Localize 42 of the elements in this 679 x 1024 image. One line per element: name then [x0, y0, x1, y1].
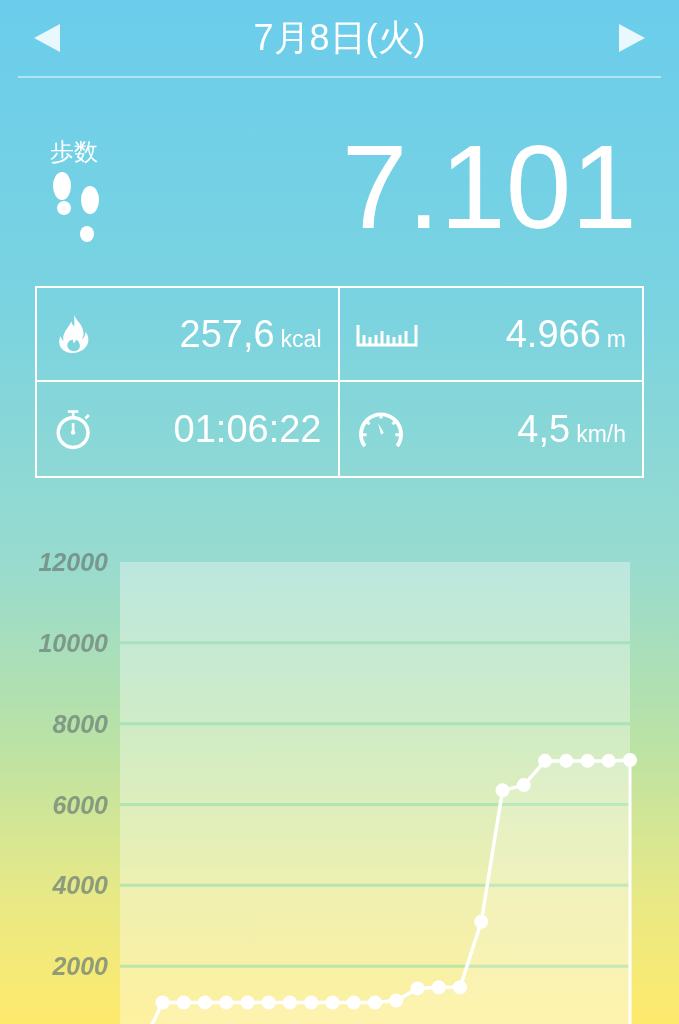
- step-count: 7.101: [341, 128, 637, 248]
- stat-unit: m: [606, 325, 626, 353]
- data-point: [346, 995, 361, 1010]
- data-point: [410, 981, 425, 996]
- data-point: [240, 995, 255, 1010]
- stat-value: 257,6: [179, 312, 275, 356]
- date-title: 7月8日(火): [253, 15, 426, 60]
- data-point: [495, 783, 510, 798]
- stat-value: 4.966: [505, 312, 601, 356]
- footprints-icon: [50, 172, 102, 244]
- data-point: [474, 914, 489, 929]
- axis-tick-label: 10000: [38, 628, 108, 657]
- stat-unit: kcal: [280, 325, 322, 353]
- data-point: [261, 995, 276, 1010]
- axis-tick-label: 4000: [52, 871, 108, 900]
- axis-tick-label: 2000: [52, 952, 108, 981]
- data-point: [453, 980, 467, 995]
- axis-tick-label: 8000: [52, 709, 108, 738]
- data-point: [601, 753, 616, 768]
- data-point: [325, 995, 340, 1010]
- stat-value: 01:06:22: [173, 407, 322, 451]
- data-point: [389, 993, 404, 1008]
- data-point: [198, 995, 212, 1010]
- data-point: [580, 753, 595, 768]
- data-point: [304, 995, 319, 1010]
- steps-label: 歩数: [50, 137, 98, 167]
- data-point: [516, 778, 531, 793]
- stat-unit: km/h: [576, 420, 626, 448]
- next-day-button[interactable]: [619, 24, 645, 52]
- axis-tick-label: 6000: [52, 790, 108, 819]
- data-point: [559, 753, 574, 768]
- stat-value: 4,5: [517, 407, 571, 451]
- data-point: [368, 995, 382, 1010]
- data-point: [155, 995, 170, 1010]
- data-point: [431, 980, 446, 995]
- data-point: [623, 753, 637, 768]
- data-point: [176, 995, 191, 1010]
- data-point: [538, 753, 552, 768]
- previous-day-button[interactable]: [34, 24, 60, 52]
- data-point: [283, 995, 297, 1010]
- axis-tick-label: 12000: [38, 548, 108, 576]
- data-point: [219, 995, 234, 1010]
